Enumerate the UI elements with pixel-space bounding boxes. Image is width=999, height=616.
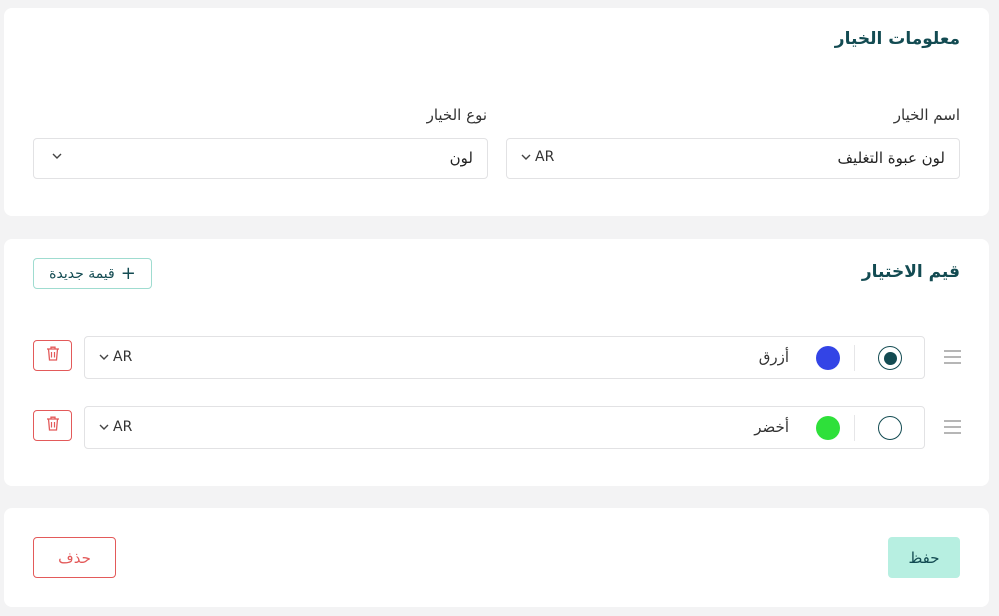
default-radio[interactable] [878,346,902,370]
option-info-title: معلومات الخيار [834,29,960,49]
language-select[interactable]: AR [97,349,132,365]
option-name-label: اسم الخيار [893,106,960,124]
language-select[interactable]: AR [97,419,132,435]
delete-value-button[interactable] [33,410,72,441]
divider [854,415,855,441]
add-value-button[interactable]: قيمة جديدة + [33,258,152,289]
option-type-value: لون [449,149,473,167]
option-type-select[interactable]: لون [33,138,488,179]
option-name-value: لون عبوة التغليف [837,149,945,167]
option-values-title: قيم الاختيار [861,262,960,282]
new-value-label: قيمة جديدة [49,265,115,282]
chevron-down-icon [97,420,111,434]
language-code: AR [113,349,133,365]
trash-icon [45,415,61,436]
drag-handle-icon[interactable] [944,349,961,365]
language-code: AR [535,149,555,165]
chevron-down-icon [97,350,111,364]
option-values-card: قيم الاختيار قيمة جديدة + AR أزرق AR أخض… [4,239,989,486]
save-button[interactable]: حفظ [888,537,960,578]
value-input[interactable]: AR أزرق [84,336,925,379]
value-input[interactable]: AR أخضر [84,406,925,449]
value-label: أخضر [754,418,789,436]
chevron-down-icon [50,149,64,163]
default-radio[interactable] [878,416,902,440]
actions-card: حفظ حذف [4,508,989,607]
chevron-down-icon [519,150,533,164]
delete-button[interactable]: حذف [33,537,116,578]
color-swatch[interactable] [816,416,840,440]
option-name-input[interactable]: لون عبوة التغليف AR [506,138,960,179]
value-label: أزرق [758,348,789,366]
value-row: AR أخضر [33,406,961,449]
color-swatch[interactable] [816,346,840,370]
value-row: AR أزرق [33,336,961,379]
language-select[interactable]: AR [519,149,554,165]
trash-icon [45,345,61,366]
delete-value-button[interactable] [33,340,72,371]
drag-handle-icon[interactable] [944,419,961,435]
language-code: AR [113,419,133,435]
divider [854,345,855,371]
option-type-label: نوع الخيار [426,106,487,124]
option-info-card: معلومات الخيار اسم الخيار لون عبوة التغل… [4,8,989,216]
plus-icon: + [120,262,136,284]
